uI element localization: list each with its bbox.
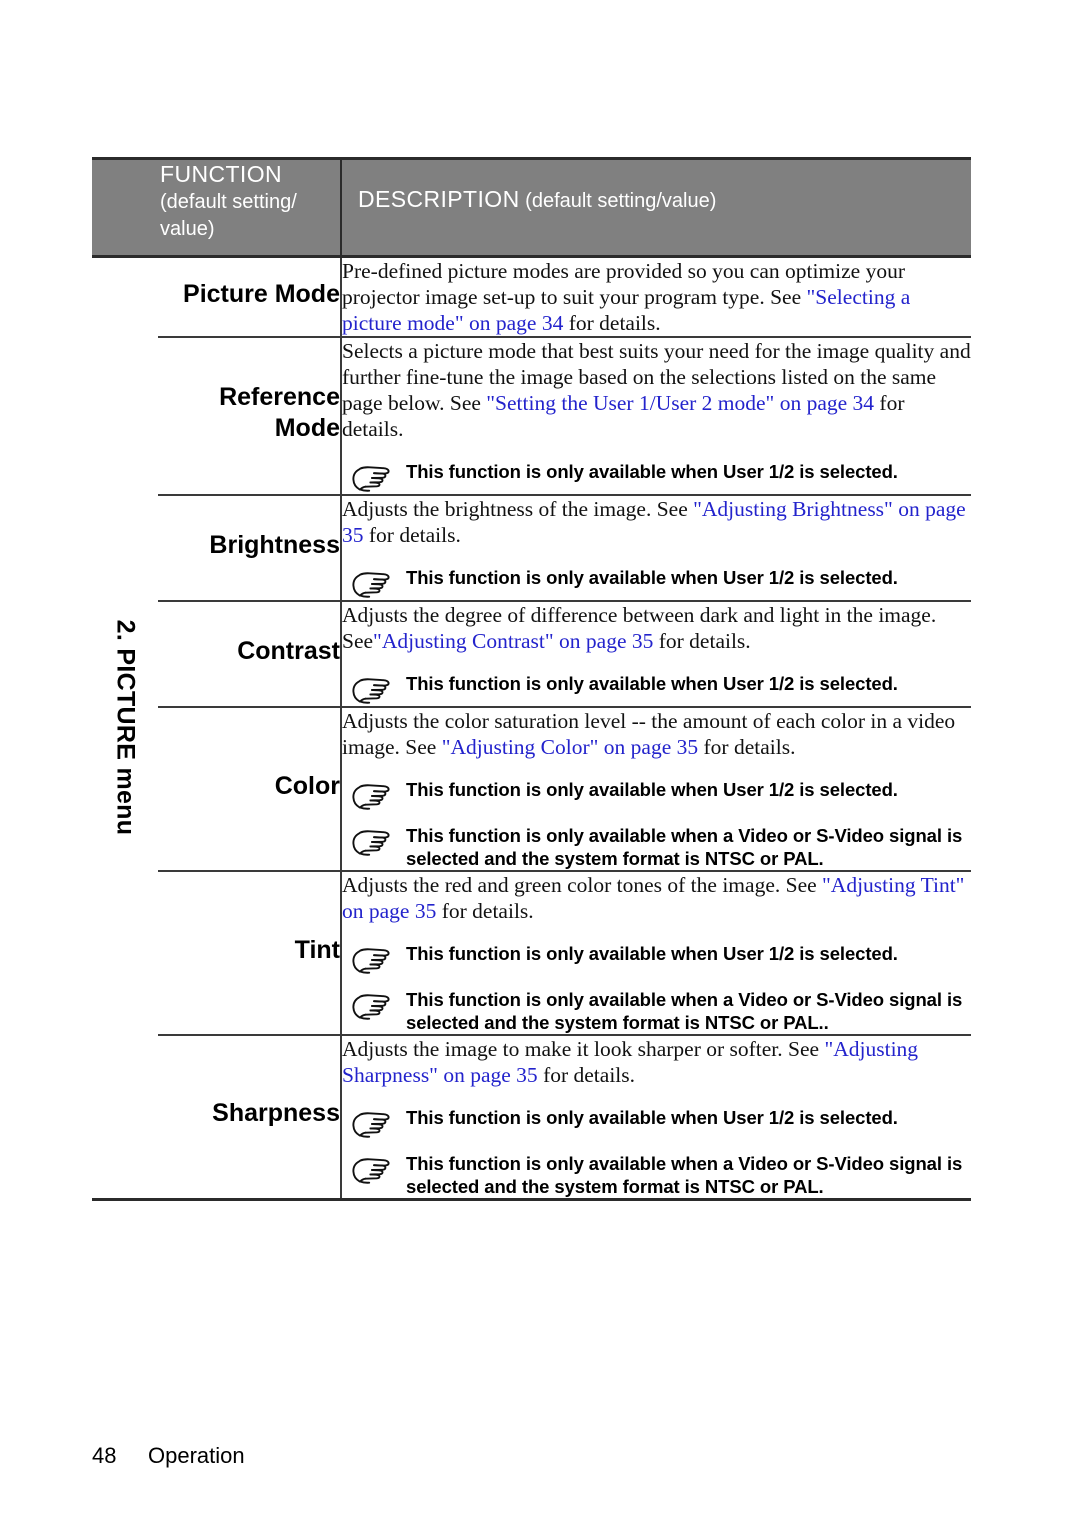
description-paragraph: Adjusts the image to make it look sharpe… [342,1036,971,1088]
manual-page: 2. PICTURE menu FUNCTION (default settin… [0,0,1080,1529]
table-row: Tint Adjusts the red and green color ton… [92,870,971,1035]
description-paragraph: Adjusts the degree of difference between… [342,602,971,654]
pointing-hand-icon [350,676,396,706]
description-cell: Pre-defined picture modes are provided s… [341,257,971,338]
availability-note: This function is only available when Use… [342,672,971,706]
table-row: Brightness Adjusts the brightness of the… [92,494,971,601]
description-link[interactable]: "Setting the User 1/User 2 mode" on page… [486,391,874,415]
description-cell: Selects a picture mode that best suits y… [341,336,971,495]
table-header-row: FUNCTION (default setting/ value) DESCRI… [92,157,971,258]
header-cell-description: DESCRIPTION (default setting/value) [340,157,971,258]
availability-note: This function is only available when Use… [342,566,971,600]
description-text: Adjusts the brightness of the image. See [342,497,694,521]
header-function-subtitle: (default setting/ value) [160,191,297,240]
description-link[interactable]: "Adjusting Contrast" on page 35 [373,629,653,653]
function-cell: Brightness [158,494,342,601]
header-cell-function: FUNCTION (default setting/ value) [92,157,341,258]
pointing-hand-icon [350,1110,396,1140]
availability-note: This function is only available when a V… [342,824,971,870]
function-label: Tint [294,935,340,964]
description-cell: Adjusts the red and green color tones of… [341,870,971,1035]
table-row: Picture Mode Pre-defined picture modes a… [92,256,971,338]
availability-note-text: This function is only available when Use… [406,461,898,482]
pointing-hand-icon [350,946,396,976]
pointing-hand-icon [350,1156,396,1186]
description-paragraph: Selects a picture mode that best suits y… [342,338,971,442]
description-text: for details. [436,899,534,923]
function-cell: Picture Mode [158,256,342,337]
table-row: Contrast Adjusts the degree of differenc… [92,600,971,707]
table-row: Sharpness Adjusts the image to make it l… [92,1034,971,1198]
function-cell: Contrast [158,600,342,707]
description-paragraph: Pre-defined picture modes are provided s… [342,258,971,336]
section-label-column [92,257,158,1199]
description-text: for details. [363,523,461,547]
pointing-hand-icon [350,570,396,600]
footer-page-number: 48 [92,1443,117,1468]
availability-note-text: This function is only available when Use… [406,779,898,800]
function-cell: Sharpness [158,1034,342,1198]
function-cell: Tint [158,870,342,1035]
description-text: Adjusts the red and green color tones of… [342,873,823,897]
description-cell: Adjusts the color saturation level -- th… [341,706,971,871]
availability-note-text: This function is only available when a V… [406,989,963,1033]
header-description-title: DESCRIPTION [358,186,520,212]
availability-note: This function is only available when a V… [342,988,971,1034]
function-label: Contrast [237,636,340,665]
availability-note: This function is only available when a V… [342,1152,971,1198]
table-body: FUNCTION (default setting/ value) DESCRI… [92,157,971,258]
picture-menu-table: FUNCTION (default setting/ value) DESCRI… [92,157,971,1198]
availability-note-text: This function is only available when Use… [406,567,898,588]
description-link[interactable]: "Adjusting Color" on page 35 [442,735,698,759]
function-cell: Color [158,706,342,871]
description-text: for details. [537,1063,636,1087]
description-text: for details. [698,735,796,759]
availability-note-text: This function is only available when a V… [406,1153,963,1197]
description-cell: Adjusts the brightness of the image. See… [341,494,971,601]
function-label: Sharpness [212,1099,340,1127]
description-cell: Adjusts the image to make it look sharpe… [341,1034,971,1198]
availability-note-text: This function is only available when Use… [406,673,898,694]
function-cell: Reference Mode [158,336,342,495]
header-function-title: FUNCTION [160,161,283,187]
table-row: Color Adjusts the color saturation level… [92,706,971,871]
table-bottom-rule [92,1198,971,1201]
availability-note: This function is only available when Use… [342,1106,971,1140]
function-label: Color [274,771,340,800]
description-text: for details. [653,629,751,653]
table-rows-host: Picture Mode Pre-defined picture modes a… [92,256,971,1198]
availability-note-text: This function is only available when Use… [406,1107,898,1128]
page-footer: 48 Operation [92,1443,245,1469]
pointing-hand-icon [350,828,396,858]
function-label: Reference Mode [219,383,340,442]
availability-note-text: This function is only available when a V… [406,825,963,869]
footer-section-name: Operation [148,1443,245,1468]
description-paragraph: Adjusts the red and green color tones of… [342,872,971,924]
availability-note-text: This function is only available when Use… [406,943,898,964]
function-label: Picture Mode [183,279,340,308]
description-text: Adjusts the image to make it look sharpe… [342,1037,825,1061]
availability-note: This function is only available when Use… [342,460,971,494]
header-description-subtitle: (default setting/value) [525,190,717,212]
pointing-hand-icon [350,464,396,494]
table-row: Reference Mode Selects a picture mode th… [92,336,971,495]
description-cell: Adjusts the degree of difference between… [341,600,971,707]
function-label: Brightness [209,530,340,559]
pointing-hand-icon [350,992,396,1022]
description-paragraph: Adjusts the brightness of the image. See… [342,496,971,548]
pointing-hand-icon [350,782,396,812]
availability-note: This function is only available when Use… [342,942,971,976]
description-text: for details. [563,311,661,335]
availability-note: This function is only available when Use… [342,778,971,812]
description-paragraph: Adjusts the color saturation level -- th… [342,708,971,760]
